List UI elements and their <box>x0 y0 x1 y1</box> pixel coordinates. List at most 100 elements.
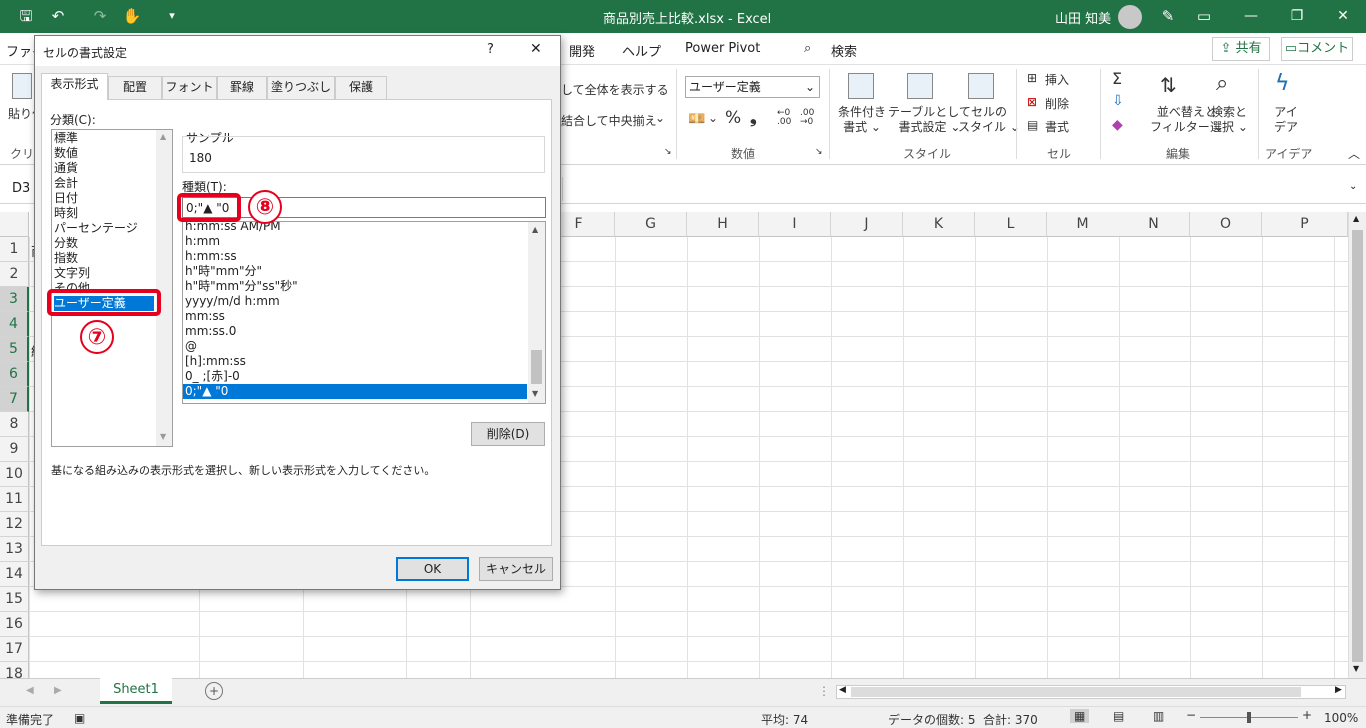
pen-icon[interactable]: ✎ <box>1156 6 1180 26</box>
minimize-icon[interactable]: — <box>1228 0 1274 33</box>
zoom-slider-thumb[interactable] <box>1247 712 1251 723</box>
row-header-10[interactable]: 10 <box>0 462 29 487</box>
type-scrollbar[interactable]: ▲ ▼ <box>528 222 545 403</box>
category-item[interactable]: 分数 <box>54 236 78 251</box>
category-item[interactable]: 指数 <box>54 251 78 266</box>
cancel-button[interactable]: キャンセル <box>479 557 553 581</box>
insert-icon[interactable]: ⊞ <box>1027 71 1037 85</box>
row-header-7[interactable]: 7 <box>0 387 29 412</box>
scroll-right-icon[interactable]: ▶ <box>1335 685 1342 695</box>
window-close-icon[interactable]: ✕ <box>1320 0 1366 33</box>
row-header-12[interactable]: 12 <box>0 512 29 537</box>
category-item[interactable]: 会計 <box>54 176 78 191</box>
add-sheet-icon[interactable]: + <box>205 682 223 700</box>
category-scrollbar[interactable]: ▲ ▼ <box>156 130 172 446</box>
ideas-icon[interactable]: ϟ <box>1275 71 1290 96</box>
tab-number[interactable]: 表示形式 <box>41 73 108 100</box>
search-icon[interactable]: ⌕ <box>804 41 811 56</box>
delete-icon[interactable]: ⊠ <box>1027 95 1037 109</box>
zoom-level[interactable]: 100% <box>1324 711 1358 725</box>
row-header-17[interactable]: 17 <box>0 637 29 662</box>
format-type-item[interactable]: h"時"mm"分"ss"秒" <box>185 279 298 294</box>
delete-format-button[interactable]: 削除(D) <box>471 422 545 446</box>
table-format-icon[interactable] <box>907 73 933 99</box>
page-layout-icon[interactable]: ▤ <box>1113 709 1124 723</box>
save-icon[interactable]: 🖫 <box>14 6 38 26</box>
dialog-close-icon[interactable]: ✕ <box>530 41 542 57</box>
customize-qat-icon[interactable]: ▾ <box>160 6 184 26</box>
ideas-button[interactable]: アイ デア <box>1274 105 1298 135</box>
format-type-item[interactable]: yyyy/m/d h:mm <box>185 294 280 309</box>
restore-icon[interactable]: ❐ <box>1274 0 1320 33</box>
scroll-left-icon[interactable]: ◀ <box>839 685 846 695</box>
scroll-down-icon[interactable]: ▼ <box>532 389 538 398</box>
select-all-corner[interactable] <box>0 212 29 237</box>
user-name[interactable]: 山田 知美 <box>1055 8 1111 27</box>
zoom-out-icon[interactable]: − <box>1186 708 1196 722</box>
number-format-select[interactable]: ユーザー定義 ⌄ <box>685 76 820 98</box>
next-sheet-icon[interactable]: ▶ <box>54 685 62 696</box>
column-header-m[interactable]: M <box>1047 212 1119 237</box>
conditional-format-icon[interactable] <box>848 73 874 99</box>
tab-border[interactable]: 罫線 <box>217 76 267 99</box>
avatar[interactable] <box>1118 5 1142 29</box>
sort-filter-icon[interactable]: ⇅ <box>1160 73 1177 97</box>
column-header-h[interactable]: H <box>687 212 759 237</box>
number-launcher-icon[interactable]: ↘ <box>815 147 823 157</box>
clear-icon[interactable]: ◆ <box>1112 117 1123 133</box>
format-type-item[interactable]: h"時"mm"分" <box>185 264 262 279</box>
scroll-down-icon[interactable]: ▼ <box>1353 664 1359 673</box>
comma-icon[interactable]: ❟ <box>750 108 757 128</box>
formula-input[interactable] <box>562 177 1360 201</box>
format-type-item[interactable]: 0;"▲ "0 <box>183 384 527 399</box>
expand-formula-icon[interactable]: ⌄ <box>1349 181 1357 192</box>
row-header-8[interactable]: 8 <box>0 412 29 437</box>
h-scroll-thumb[interactable] <box>851 687 1301 697</box>
autosum-icon[interactable]: Σ <box>1112 69 1122 88</box>
scroll-up-icon[interactable]: ▲ <box>532 225 538 234</box>
column-header-g[interactable]: G <box>615 212 687 237</box>
undo-icon[interactable]: ↶ <box>46 6 70 26</box>
format-type-item[interactable]: mm:ss.0 <box>185 324 236 339</box>
menu-power-pivot[interactable]: Power Pivot <box>685 41 760 56</box>
macro-record-icon[interactable]: ▣ <box>74 711 85 725</box>
cell-style-icon[interactable] <box>968 73 994 99</box>
format-button[interactable]: 書式 <box>1045 118 1069 135</box>
vertical-scrollbar[interactable]: ▲ ▼ <box>1348 212 1366 678</box>
delete-cells-button[interactable]: 削除 <box>1045 95 1069 112</box>
category-item[interactable]: パーセンテージ <box>54 221 138 236</box>
column-header-j[interactable]: J <box>831 212 903 237</box>
sheet-tab[interactable]: Sheet1 <box>100 678 172 704</box>
decrease-decimal-icon[interactable]: .00 →0 <box>800 109 814 127</box>
alignment-launcher-icon[interactable]: ↘ <box>664 147 672 157</box>
category-list[interactable]: 標準 数値 通貨 会計 日付 時刻 パーセンテージ 分数 指数 文字列 その他 ユーザー定義 ▲ ▼ <box>51 129 173 447</box>
tab-split-handle[interactable]: ⋮ <box>818 684 830 698</box>
paste-icon[interactable] <box>12 73 32 99</box>
ribbon-display-icon[interactable]: ▭ <box>1192 6 1216 26</box>
menu-developer[interactable]: 開発 <box>569 41 595 60</box>
tab-alignment[interactable]: 配置 <box>108 76 162 99</box>
currency-icon[interactable]: 💴 <box>688 111 705 127</box>
horizontal-scrollbar[interactable]: ◀ ▶ <box>836 685 1346 699</box>
format-type-item[interactable]: [h]:mm:ss <box>185 354 246 369</box>
format-icon[interactable]: ▤ <box>1027 118 1038 132</box>
tab-protection[interactable]: 保護 <box>335 76 387 99</box>
row-header-15[interactable]: 15 <box>0 587 29 612</box>
format-type-item[interactable]: h:mm:ss <box>185 249 237 264</box>
column-header-k[interactable]: K <box>903 212 975 237</box>
menu-help[interactable]: ヘルプ <box>622 41 661 60</box>
redo-icon[interactable]: ↷ <box>88 6 112 26</box>
row-header-4[interactable]: 4 <box>0 312 29 337</box>
column-header-p[interactable]: P <box>1262 212 1348 237</box>
format-type-item[interactable]: mm:ss <box>185 309 225 324</box>
scroll-thumb[interactable] <box>1352 230 1363 662</box>
type-list[interactable]: h:mm:ss AM/PM h:mm h:mm:ss h"時"mm"分" h"時"mm"… <box>182 221 546 404</box>
format-type-item[interactable]: h:mm <box>185 234 220 249</box>
merge-dropdown-icon[interactable]: ⌄ <box>655 111 665 125</box>
category-item[interactable]: 文字列 <box>54 266 90 281</box>
find-select-button[interactable]: 検索と 選択 ⌄ <box>1210 105 1248 135</box>
category-item[interactable]: 数値 <box>54 146 78 161</box>
magnifier-icon[interactable]: ⌕ <box>1216 71 1228 96</box>
category-item[interactable]: 時刻 <box>54 206 78 221</box>
row-header-9[interactable]: 9 <box>0 437 29 462</box>
